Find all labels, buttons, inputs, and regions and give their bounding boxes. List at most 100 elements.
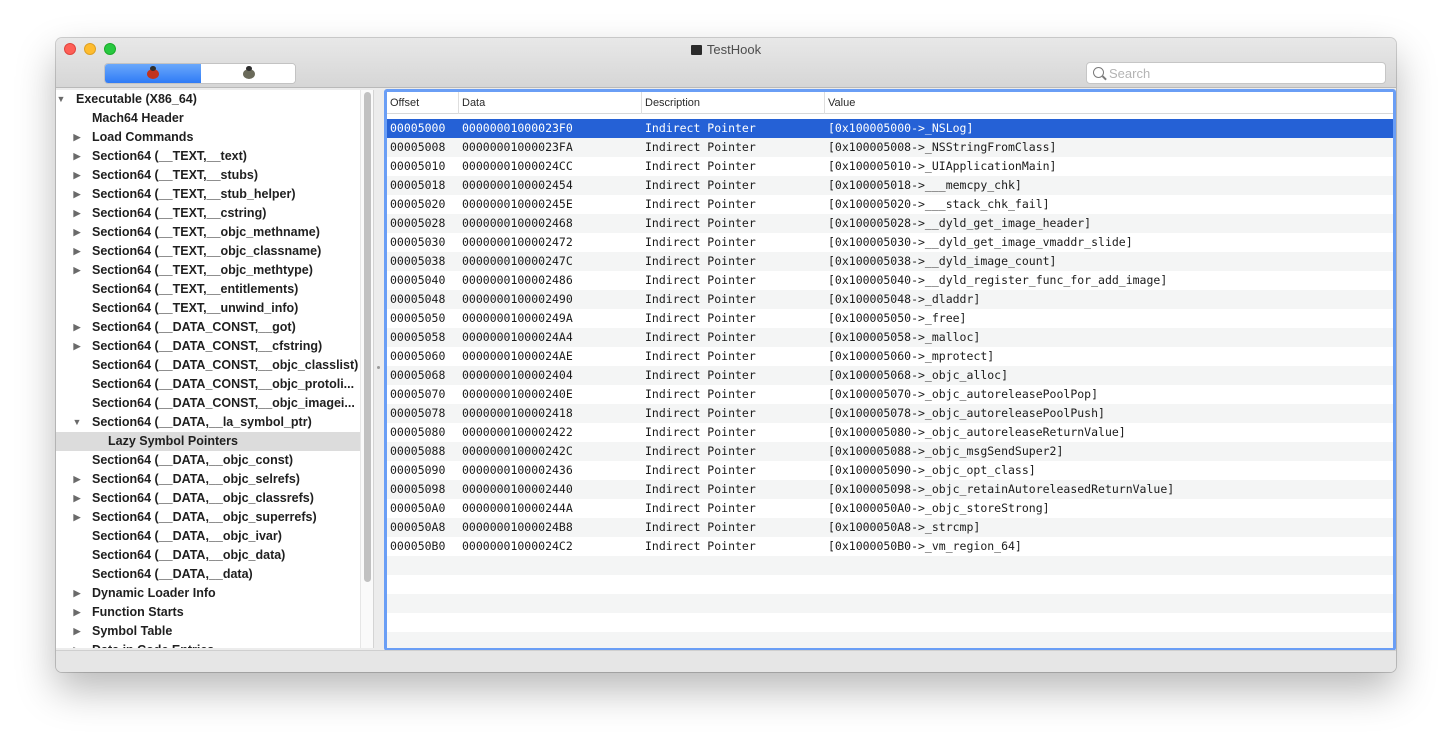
disclosure-collapsed-icon[interactable]: ▶ — [72, 185, 82, 204]
split-view-divider[interactable] — [374, 90, 383, 648]
view-mode-segment-2[interactable] — [201, 64, 295, 83]
sidebar-item[interactable]: ▶ Section64 (__TEXT,__text) — [56, 147, 360, 166]
table-row[interactable]: 00005018 0000000100002454 Indirect Pointer… — [387, 176, 1393, 195]
column-header-description[interactable]: Description — [642, 92, 825, 114]
sidebar-item[interactable]: ▼ Section64 (__DATA,__la_symbol_ptr) — [56, 413, 360, 432]
table-row[interactable]: 000050B0 00000001000024C2 Indirect Pointer… — [387, 537, 1393, 556]
table-row[interactable]: 00005000 00000001000023F0 Indirect Pointer… — [387, 119, 1393, 138]
divider-handle[interactable] — [377, 366, 380, 369]
sidebar-item[interactable]: ▶ Section64 (__DATA,__objc_classrefs) — [56, 489, 360, 508]
cell-description: Indirect Pointer — [645, 273, 756, 287]
table-row[interactable]: 00005020 000000010000245E Indirect Pointer… — [387, 195, 1393, 214]
cell-data: 000000010000247C — [462, 254, 573, 268]
column-header-value[interactable]: Value — [825, 92, 1393, 114]
disclosure-collapsed-icon[interactable]: ▶ — [72, 622, 82, 641]
table-row[interactable]: 00005008 00000001000023FA Indirect Pointer… — [387, 138, 1393, 157]
sidebar-item[interactable]: ▼ Executable (X86_64) — [56, 90, 360, 109]
sidebar-item[interactable]: Section64 (__DATA_CONST,__objc_imagei... — [56, 394, 360, 413]
sidebar-item[interactable]: Section64 (__DATA,__objc_data) — [56, 546, 360, 565]
view-mode-segment-1[interactable] — [105, 64, 201, 83]
disclosure-collapsed-icon[interactable]: ▶ — [72, 508, 82, 527]
sidebar-item-label: Section64 (__DATA,__objc_superrefs) — [92, 510, 317, 524]
cell-description: Indirect Pointer — [645, 292, 756, 306]
table-row[interactable]: 00005080 0000000100002422 Indirect Pointer… — [387, 423, 1393, 442]
cell-data: 0000000100002468 — [462, 216, 573, 230]
cell-value: [0x100005080->_objc_autoreleaseReturnVal… — [828, 425, 1126, 439]
sidebar-item-label: Symbol Table — [92, 624, 173, 638]
table-row[interactable]: 00005060 00000001000024AE Indirect Pointer… — [387, 347, 1393, 366]
sidebar-item[interactable]: ▶ Data in Code Entries — [56, 641, 360, 648]
table-row[interactable]: 00005070 000000010000240E Indirect Pointer… — [387, 385, 1393, 404]
sidebar-item[interactable]: Section64 (__TEXT,__unwind_info) — [56, 299, 360, 318]
table-row[interactable]: 00005050 000000010000249A Indirect Pointer… — [387, 309, 1393, 328]
disclosure-collapsed-icon[interactable]: ▶ — [72, 584, 82, 603]
table-row[interactable]: 00005010 00000001000024CC Indirect Pointer… — [387, 157, 1393, 176]
disclosure-expanded-icon[interactable]: ▼ — [72, 413, 82, 432]
disclosure-collapsed-icon[interactable]: ▶ — [72, 470, 82, 489]
table-row[interactable]: 00005028 0000000100002468 Indirect Pointer… — [387, 214, 1393, 233]
sidebar-tree[interactable]: ▼ Executable (X86_64) Mach64 Header ▶ Load C… — [56, 90, 374, 648]
disclosure-collapsed-icon[interactable]: ▶ — [72, 337, 82, 356]
disclosure-expanded-icon[interactable]: ▼ — [56, 90, 66, 109]
sidebar-item[interactable]: Section64 (__TEXT,__entitlements) — [56, 280, 360, 299]
column-header-data[interactable]: Data — [459, 92, 642, 114]
disclosure-collapsed-icon[interactable]: ▶ — [72, 204, 82, 223]
sidebar-scroll-thumb[interactable] — [364, 92, 371, 582]
sidebar-item[interactable]: ▶ Section64 (__TEXT,__stub_helper) — [56, 185, 360, 204]
column-header-offset[interactable]: Offset — [387, 92, 459, 114]
sidebar-item[interactable]: Section64 (__DATA_CONST,__objc_protoli..… — [56, 375, 360, 394]
table-row[interactable]: 000050A0 000000010000244A Indirect Pointer… — [387, 499, 1393, 518]
cell-value: [0x100005068->_objc_alloc] — [828, 368, 1009, 382]
disclosure-collapsed-icon[interactable]: ▶ — [72, 242, 82, 261]
window-title: TestHook — [56, 42, 1396, 57]
cell-description: Indirect Pointer — [645, 159, 756, 173]
sidebar-item[interactable]: ▶ Symbol Table — [56, 622, 360, 641]
sidebar-item[interactable]: ▶ Function Starts — [56, 603, 360, 622]
sidebar-item[interactable]: Section64 (__DATA,__data) — [56, 565, 360, 584]
disclosure-collapsed-icon[interactable]: ▶ — [72, 489, 82, 508]
cell-data: 00000001000023F0 — [462, 121, 573, 135]
table-row[interactable]: 00005088 000000010000242C Indirect Pointer… — [387, 442, 1393, 461]
disclosure-collapsed-icon[interactable]: ▶ — [72, 223, 82, 242]
table-row[interactable]: 00005068 0000000100002404 Indirect Pointer… — [387, 366, 1393, 385]
cell-value: [0x100005060->_mprotect] — [828, 349, 995, 363]
sidebar-item[interactable]: Section64 (__DATA_CONST,__objc_classlist… — [56, 356, 360, 375]
table-row[interactable]: 00005030 0000000100002472 Indirect Pointer… — [387, 233, 1393, 252]
disclosure-collapsed-icon[interactable]: ▶ — [72, 318, 82, 337]
table-row[interactable]: 00005058 00000001000024A4 Indirect Pointer… — [387, 328, 1393, 347]
table-row[interactable]: 00005090 0000000100002436 Indirect Pointer… — [387, 461, 1393, 480]
sidebar-scrollbar[interactable] — [360, 90, 373, 648]
sidebar-item[interactable]: ▶ Load Commands — [56, 128, 360, 147]
cell-offset: 000050B0 — [390, 539, 446, 553]
search-input[interactable] — [1109, 65, 1379, 81]
sidebar-item[interactable]: ▶ Section64 (__DATA_CONST,__cfstring) — [56, 337, 360, 356]
table-row[interactable]: 00005048 0000000100002490 Indirect Pointer… — [387, 290, 1393, 309]
table-view[interactable]: Offset Data Description Value 00005000 00… — [384, 89, 1396, 651]
disclosure-collapsed-icon[interactable]: ▶ — [72, 147, 82, 166]
sidebar-item[interactable]: Lazy Symbol Pointers — [56, 432, 360, 451]
sidebar-item[interactable]: ▶ Section64 (__TEXT,__objc_methtype) — [56, 261, 360, 280]
table-row[interactable]: 00005040 0000000100002486 Indirect Pointer… — [387, 271, 1393, 290]
cell-offset: 00005078 — [390, 406, 446, 420]
sidebar-item[interactable]: ▶ Dynamic Loader Info — [56, 584, 360, 603]
sidebar-item[interactable]: Section64 (__DATA,__objc_const) — [56, 451, 360, 470]
sidebar-item[interactable]: Mach64 Header — [56, 109, 360, 128]
disclosure-collapsed-icon[interactable]: ▶ — [72, 128, 82, 147]
sidebar-item[interactable]: ▶ Section64 (__TEXT,__objc_classname) — [56, 242, 360, 261]
table-row[interactable]: 00005098 0000000100002440 Indirect Pointer… — [387, 480, 1393, 499]
disclosure-collapsed-icon[interactable]: ▶ — [72, 261, 82, 280]
sidebar-item[interactable]: ▶ Section64 (__TEXT,__objc_methname) — [56, 223, 360, 242]
sidebar-item[interactable]: ▶ Section64 (__DATA,__objc_selrefs) — [56, 470, 360, 489]
sidebar-item[interactable]: ▶ Section64 (__DATA,__objc_superrefs) — [56, 508, 360, 527]
sidebar-item[interactable]: ▶ Section64 (__TEXT,__stubs) — [56, 166, 360, 185]
sidebar-item[interactable]: Section64 (__DATA,__objc_ivar) — [56, 527, 360, 546]
table-row[interactable]: 00005038 000000010000247C Indirect Pointer… — [387, 252, 1393, 271]
sidebar-item[interactable]: ▶ Section64 (__DATA_CONST,__got) — [56, 318, 360, 337]
disclosure-collapsed-icon[interactable]: ▶ — [72, 603, 82, 622]
disclosure-collapsed-icon[interactable]: ▶ — [72, 166, 82, 185]
sidebar-item[interactable]: ▶ Section64 (__TEXT,__cstring) — [56, 204, 360, 223]
table-row[interactable]: 000050A8 00000001000024B8 Indirect Pointer… — [387, 518, 1393, 537]
search-field[interactable] — [1086, 62, 1386, 84]
table-row[interactable]: 00005078 0000000100002418 Indirect Pointer… — [387, 404, 1393, 423]
disclosure-collapsed-icon[interactable]: ▶ — [72, 641, 82, 648]
